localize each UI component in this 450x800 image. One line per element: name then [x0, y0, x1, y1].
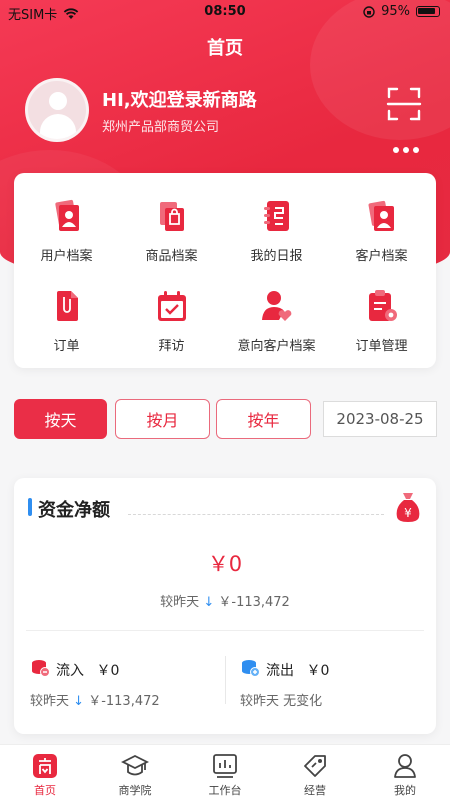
menu-item-order-management[interactable]: 订单管理: [329, 271, 434, 354]
fund-compare: 较昨天 ↓ ￥-113,472: [14, 591, 436, 610]
menu-label: 订单: [53, 339, 80, 354]
scan-icon[interactable]: [386, 86, 422, 122]
workbench-icon: [213, 754, 237, 778]
more-dots-icon[interactable]: [392, 145, 420, 155]
inflow-icon: [32, 660, 50, 677]
tab-label: 首页: [34, 784, 56, 797]
menu-label: 订单管理: [355, 339, 408, 354]
tab-label: 我的: [394, 784, 416, 797]
company-name: 郑州产品部商贸公司: [102, 120, 220, 135]
battery-percent: 95%: [381, 4, 410, 19]
bottom-tab-bar: 首页 商学院 工作台 经营 我的: [0, 744, 450, 800]
order-icon: [57, 291, 78, 321]
avatar[interactable]: [25, 78, 89, 142]
divider: [225, 656, 226, 704]
svg-text:¥: ¥: [404, 506, 412, 520]
quick-menu-card: 用户档案 商品档案 我的日报 客户档案 订单 拜访 意向客户档案 订单管理: [14, 173, 436, 368]
product-file-icon: [160, 202, 184, 231]
divider: [26, 630, 424, 631]
menu-item-prospect-customer[interactable]: 意向客户档案: [224, 271, 329, 354]
menu-label: 拜访: [158, 339, 185, 354]
menu-label: 商品档案: [145, 249, 198, 264]
tag-icon: [304, 755, 326, 777]
compare-value: ￥-113,472: [218, 595, 290, 610]
tab-workbench[interactable]: 工作台: [180, 745, 270, 800]
divider: [128, 514, 384, 515]
title-accent-bar: [28, 498, 32, 516]
outflow-icon: [242, 660, 260, 677]
menu-item-daily-report[interactable]: 我的日报: [224, 181, 329, 264]
menu-item-user-file[interactable]: 用户档案: [14, 181, 119, 264]
orientation-lock-icon: [363, 5, 375, 18]
menu-item-customer-file[interactable]: 客户档案: [329, 181, 434, 264]
tab-home[interactable]: 首页: [0, 745, 90, 800]
inflow-row: 流入 ￥0: [56, 660, 119, 680]
inflow-label: 流入: [56, 663, 84, 679]
tab-label: 经营: [304, 784, 326, 797]
tab-by-month[interactable]: 按月: [115, 399, 210, 439]
inflow-compare: 较昨天 ↓ ￥-113,472: [30, 690, 160, 709]
menu-item-order[interactable]: 订单: [14, 271, 119, 354]
fund-net-card: 资金净额 ¥ ￥0 较昨天 ↓ ￥-113,472 流入 ￥0 较昨天 ↓ ￥-…: [14, 478, 436, 734]
order-management-icon: [369, 290, 397, 321]
welcome-text: HI,欢迎登录新商路: [102, 90, 257, 111]
home-icon: [33, 754, 57, 778]
menu-item-visit[interactable]: 拜访: [119, 271, 224, 354]
menu-label: 意向客户档案: [237, 339, 316, 354]
compare-value: ￥-113,472: [88, 694, 160, 709]
profile-icon: [394, 754, 416, 778]
visit-calendar-icon: [158, 291, 186, 321]
money-bag-icon: ¥: [396, 493, 420, 522]
date-picker[interactable]: 2023-08-25: [323, 401, 437, 437]
arrow-down-icon: ↓: [73, 694, 85, 709]
fund-title: 资金净额: [38, 500, 110, 521]
user-file-icon: [55, 199, 79, 231]
inflow-amount: ￥0: [96, 663, 120, 679]
compare-label: 较昨天: [30, 694, 70, 709]
outflow-amount: ￥0: [306, 663, 330, 679]
outflow-label: 流出: [266, 663, 294, 679]
daily-report-icon: [264, 201, 289, 231]
arrow-down-icon: ↓: [203, 595, 215, 610]
prospect-customer-icon: [262, 291, 292, 321]
tab-label: 工作台: [208, 784, 242, 797]
tab-by-year[interactable]: 按年: [216, 399, 311, 439]
menu-label: 用户档案: [40, 249, 93, 264]
menu-item-product-file[interactable]: 商品档案: [119, 181, 224, 264]
tab-by-day[interactable]: 按天: [14, 399, 107, 439]
tab-business-school[interactable]: 商学院: [90, 745, 180, 800]
tab-mine[interactable]: 我的: [360, 745, 450, 800]
compare-label: 较昨天: [160, 595, 200, 610]
graduation-cap-icon: [121, 754, 149, 776]
menu-label: 我的日报: [250, 249, 303, 264]
outflow-row: 流出 ￥0: [266, 660, 329, 680]
page-title: 首页: [207, 38, 243, 59]
fund-amount: ￥0: [207, 552, 243, 576]
status-bar: 无SIM卡 08:50 95%: [0, 0, 450, 24]
outflow-compare: 较昨天 无变化: [240, 694, 323, 709]
tab-operations[interactable]: 经营: [270, 745, 360, 800]
battery-icon: [416, 6, 440, 17]
menu-label: 客户档案: [355, 249, 408, 264]
customer-file-icon: [368, 200, 394, 231]
tab-label: 商学院: [118, 784, 152, 797]
